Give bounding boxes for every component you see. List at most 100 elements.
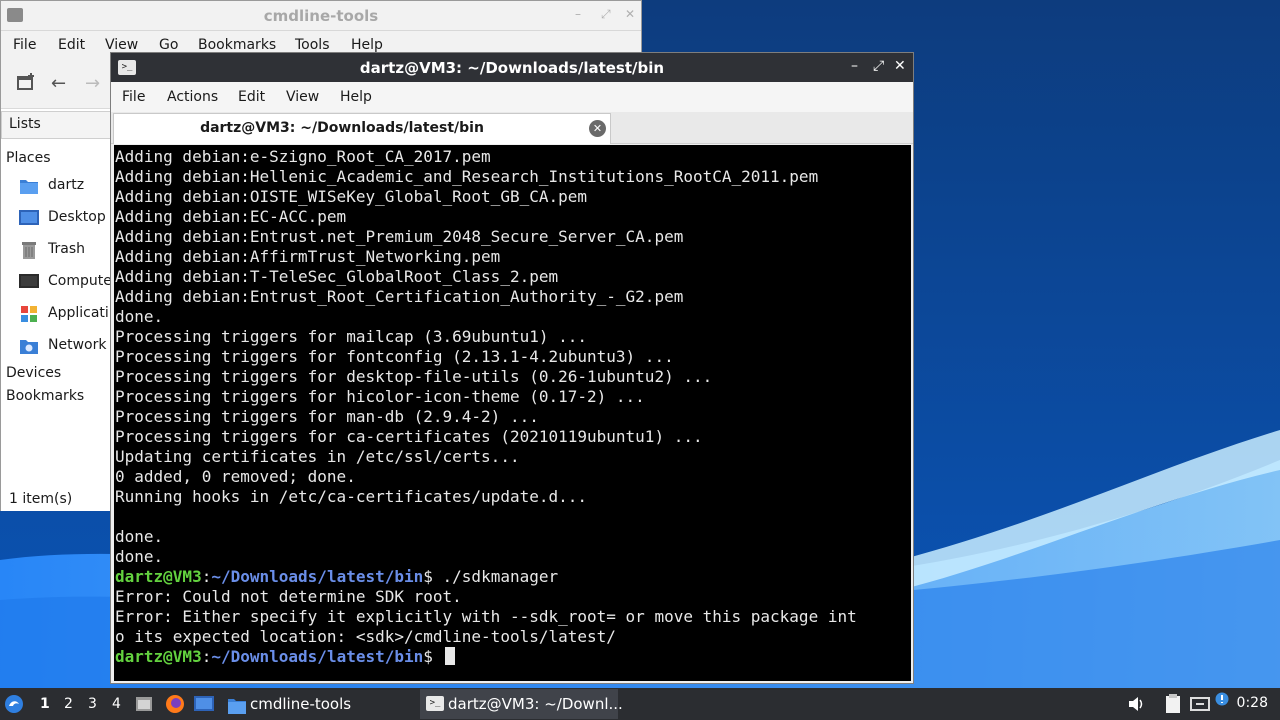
menu-view[interactable]: View <box>105 37 138 53</box>
prompt-line[interactable]: dartz@VM3:~/Downloads/latest/bin$ <box>115 647 455 667</box>
clipboard-icon[interactable] <box>1164 694 1182 714</box>
trash-icon <box>19 241 39 259</box>
output-line: Processing triggers for ca-certificates … <box>115 427 703 446</box>
output-line: 0 added, 0 removed; done. <box>115 467 356 486</box>
output-line: Updating certificates in /etc/ssl/certs.… <box>115 447 520 466</box>
menu-file[interactable]: File <box>13 37 36 53</box>
menu-help[interactable]: Help <box>340 89 372 105</box>
home-folder-icon <box>19 177 39 195</box>
sidebar-item-desktop[interactable]: Desktop <box>19 207 119 229</box>
terminal-output[interactable]: Adding debian:e-Szigno_Root_CA_2017.pem … <box>114 145 911 681</box>
workspace-4[interactable]: 4 <box>112 696 121 712</box>
tab-label: dartz@VM3: ~/Downloads/latest/bin <box>200 120 484 136</box>
sidebar: Lists Places dartz Desktop Trash Compute <box>1 111 113 511</box>
prompt-path: ~/Downloads/latest/bin <box>211 567 424 586</box>
window-title: cmdline-tools <box>263 7 379 25</box>
close-tab-icon[interactable]: ✕ <box>589 120 606 137</box>
prompt-colon: : <box>201 647 212 666</box>
error-line: o its expected location: <sdk>/cmdline-t… <box>115 627 616 646</box>
menu-edit[interactable]: Edit <box>58 37 85 53</box>
output-line: Processing triggers for man-db (2.9.4-2)… <box>115 407 539 426</box>
minimize-icon[interactable]: – <box>851 58 858 74</box>
clock[interactable]: 0:28 <box>1237 695 1268 711</box>
task-button-file-manager[interactable]: cmdline-tools <box>222 689 412 719</box>
output-line: done. <box>115 307 164 326</box>
sidebar-item-trash[interactable]: Trash <box>19 239 119 261</box>
output-line: done. <box>115 527 164 546</box>
show-desktop-icon[interactable] <box>194 695 214 713</box>
update-notification-icon[interactable] <box>1215 692 1229 710</box>
output-line: Adding debian:T-TeleSec_GlobalRoot_Class… <box>115 267 559 286</box>
sidebar-item-dartz[interactable]: dartz <box>19 175 119 197</box>
workspace-2[interactable]: 2 <box>64 696 73 712</box>
error-line: Error: Either specify it explicitly with… <box>115 607 857 626</box>
task-button-terminal[interactable]: >_ dartz@VM3: ~/Downl... <box>420 689 623 719</box>
start-menu-icon[interactable] <box>4 694 24 714</box>
terminal-window[interactable]: >_ dartz@VM3: ~/Downloads/latest/bin – ⤢… <box>110 52 914 684</box>
output-line: Adding debian:Hellenic_Academic_and_Rese… <box>115 167 819 186</box>
menu-tools[interactable]: Tools <box>295 37 330 53</box>
devices-header[interactable]: Devices <box>6 365 61 381</box>
menu-view[interactable]: View <box>286 89 319 105</box>
menu-edit[interactable]: Edit <box>238 89 265 105</box>
output-line: Processing triggers for desktop-file-uti… <box>115 367 713 386</box>
prompt-symbol: $ <box>423 567 443 586</box>
back-icon[interactable]: ← <box>51 73 66 94</box>
menu-actions[interactable]: Actions <box>167 89 218 105</box>
bookmarks-header[interactable]: Bookmarks <box>6 388 84 404</box>
close-icon[interactable]: ✕ <box>894 58 906 74</box>
menubar: File Actions Edit View Help <box>111 82 913 112</box>
output-line: Adding debian:OISTE_WISeKey_Global_Root_… <box>115 187 588 206</box>
maximize-icon[interactable]: ⤢ <box>601 7 611 22</box>
error-line: Error: Could not determine SDK root. <box>115 587 462 606</box>
taskbar: 1 2 3 4 cmdline-tools >_ dartz@VM3: ~/Do… <box>0 688 1280 720</box>
output-line: Processing triggers for mailcap (3.69ubu… <box>115 327 588 346</box>
new-tab-icon[interactable] <box>17 73 35 96</box>
close-icon[interactable]: ✕ <box>625 7 635 21</box>
window-title: dartz@VM3: ~/Downloads/latest/bin <box>359 59 665 77</box>
terminal-tab[interactable]: dartz@VM3: ~/Downloads/latest/bin ✕ <box>113 113 611 144</box>
output-line: done. <box>115 547 164 566</box>
sidebar-item-applications[interactable]: Applicati <box>19 303 119 325</box>
output-line: Adding debian:EC-ACC.pem <box>115 207 347 226</box>
folder-icon <box>227 695 247 720</box>
volume-icon[interactable] <box>1127 695 1145 713</box>
prompt-path: ~/Downloads/latest/bin <box>211 647 424 666</box>
file-manager-titlebar[interactable]: cmdline-tools – ⤢ ✕ <box>1 1 641 31</box>
task-label: dartz@VM3: ~/Downl... <box>448 695 623 713</box>
network-icon <box>19 337 39 355</box>
sidebar-item-computer[interactable]: Compute <box>19 271 119 293</box>
menu-help[interactable]: Help <box>351 37 383 53</box>
command-text: ./sdkmanager <box>442 567 559 586</box>
workspace-1[interactable]: 1 <box>40 696 50 712</box>
status-bar-text: 1 item(s) <box>9 491 73 507</box>
prompt-symbol: $ <box>423 647 443 666</box>
task-label: cmdline-tools <box>250 695 352 713</box>
network-status-icon[interactable] <box>1190 695 1210 713</box>
menu-go[interactable]: Go <box>159 37 178 53</box>
output-line: Adding debian:Entrust_Root_Certification… <box>115 287 684 306</box>
menu-file[interactable]: File <box>122 89 145 105</box>
output-line: Processing triggers for fontconfig (2.13… <box>115 347 674 366</box>
prompt-user-host: dartz@VM3 <box>115 567 202 586</box>
file-manager-launcher-icon[interactable] <box>135 695 153 713</box>
computer-icon <box>19 273 39 291</box>
text-cursor <box>444 647 455 665</box>
menu-bookmarks[interactable]: Bookmarks <box>198 37 276 53</box>
sidebar-item-network[interactable]: Network <box>19 335 119 357</box>
prompt-line: dartz@VM3:~/Downloads/latest/bin$ ./sdkm… <box>115 567 558 587</box>
maximize-icon[interactable]: ⤢ <box>873 58 884 74</box>
prompt-user-host: dartz@VM3 <box>115 647 202 666</box>
workspace-3[interactable]: 3 <box>88 696 97 712</box>
minimize-icon[interactable]: – <box>575 7 581 21</box>
output-line: Processing triggers for hicolor-icon-the… <box>115 387 645 406</box>
applications-icon <box>19 305 39 323</box>
terminal-icon: >_ <box>426 696 444 711</box>
tab-bar: dartz@VM3: ~/Downloads/latest/bin ✕ <box>111 112 913 144</box>
terminal-titlebar[interactable]: >_ dartz@VM3: ~/Downloads/latest/bin – ⤢… <box>111 53 913 82</box>
sidebar-mode-select[interactable]: Lists <box>1 111 113 139</box>
places-header[interactable]: Places <box>6 150 51 166</box>
firefox-icon[interactable] <box>165 694 185 714</box>
forward-icon[interactable]: → <box>85 73 100 94</box>
output-line: Adding debian:Entrust.net_Premium_2048_S… <box>115 227 684 246</box>
